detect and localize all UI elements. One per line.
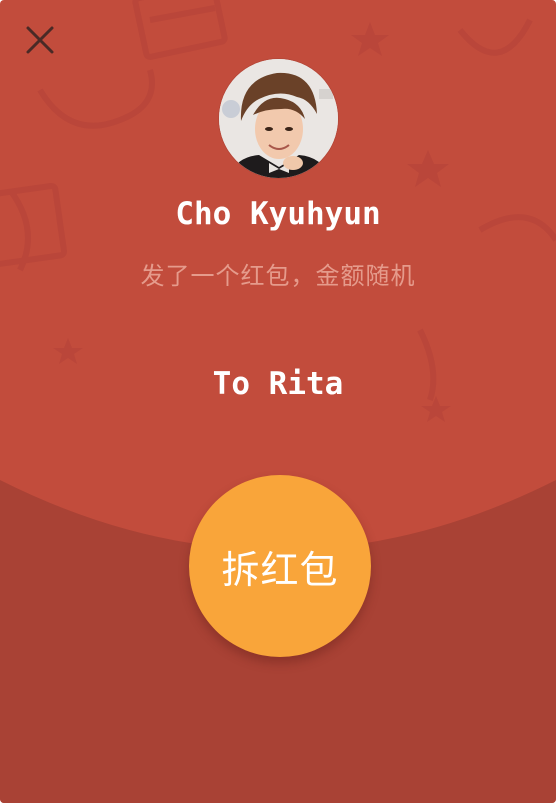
avatar: [219, 59, 338, 178]
avatar-photo: [219, 59, 338, 178]
close-icon: [26, 26, 54, 54]
red-packet-card: Cho Kyuhyun 发了一个红包，金额随机 To Rita 拆红包: [0, 0, 556, 803]
sender-name: Cho Kyuhyun: [175, 196, 381, 232]
open-packet-button[interactable]: 拆红包: [189, 475, 371, 657]
close-button[interactable]: [20, 20, 60, 60]
packet-subtitle: 发了一个红包，金额随机: [140, 262, 416, 290]
open-packet-label: 拆红包: [221, 547, 339, 592]
recipient-line: To Rita: [212, 366, 344, 402]
